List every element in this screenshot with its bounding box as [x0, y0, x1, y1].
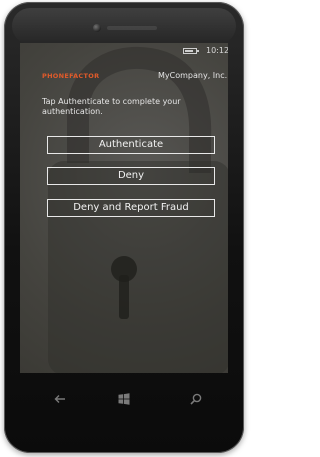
front-camera	[93, 24, 101, 32]
company-name: MyCompany, Inc.	[158, 71, 228, 80]
phone-device: 10:12 PHONEFACTOR MyCompany, Inc. Tap Au…	[4, 2, 244, 453]
deny-button[interactable]: Deny	[47, 167, 215, 185]
instruction-text: Tap Authenticate to complete your authen…	[42, 97, 181, 116]
hardware-nav-bar	[20, 386, 228, 410]
status-bar: 10:12	[20, 43, 228, 59]
deny-and-report-fraud-button[interactable]: Deny and Report Fraud	[47, 199, 215, 217]
phone-screen: 10:12 PHONEFACTOR MyCompany, Inc. Tap Au…	[20, 43, 228, 373]
back-arrow-icon[interactable]	[54, 390, 66, 409]
app-name: PHONEFACTOR	[42, 72, 100, 80]
windows-logo-icon[interactable]	[118, 390, 130, 409]
battery-icon	[183, 48, 199, 54]
authenticate-button[interactable]: Authenticate	[47, 136, 215, 154]
search-icon[interactable]	[190, 390, 202, 409]
earpiece-speaker	[107, 26, 157, 30]
status-time: 10:12	[206, 46, 228, 55]
